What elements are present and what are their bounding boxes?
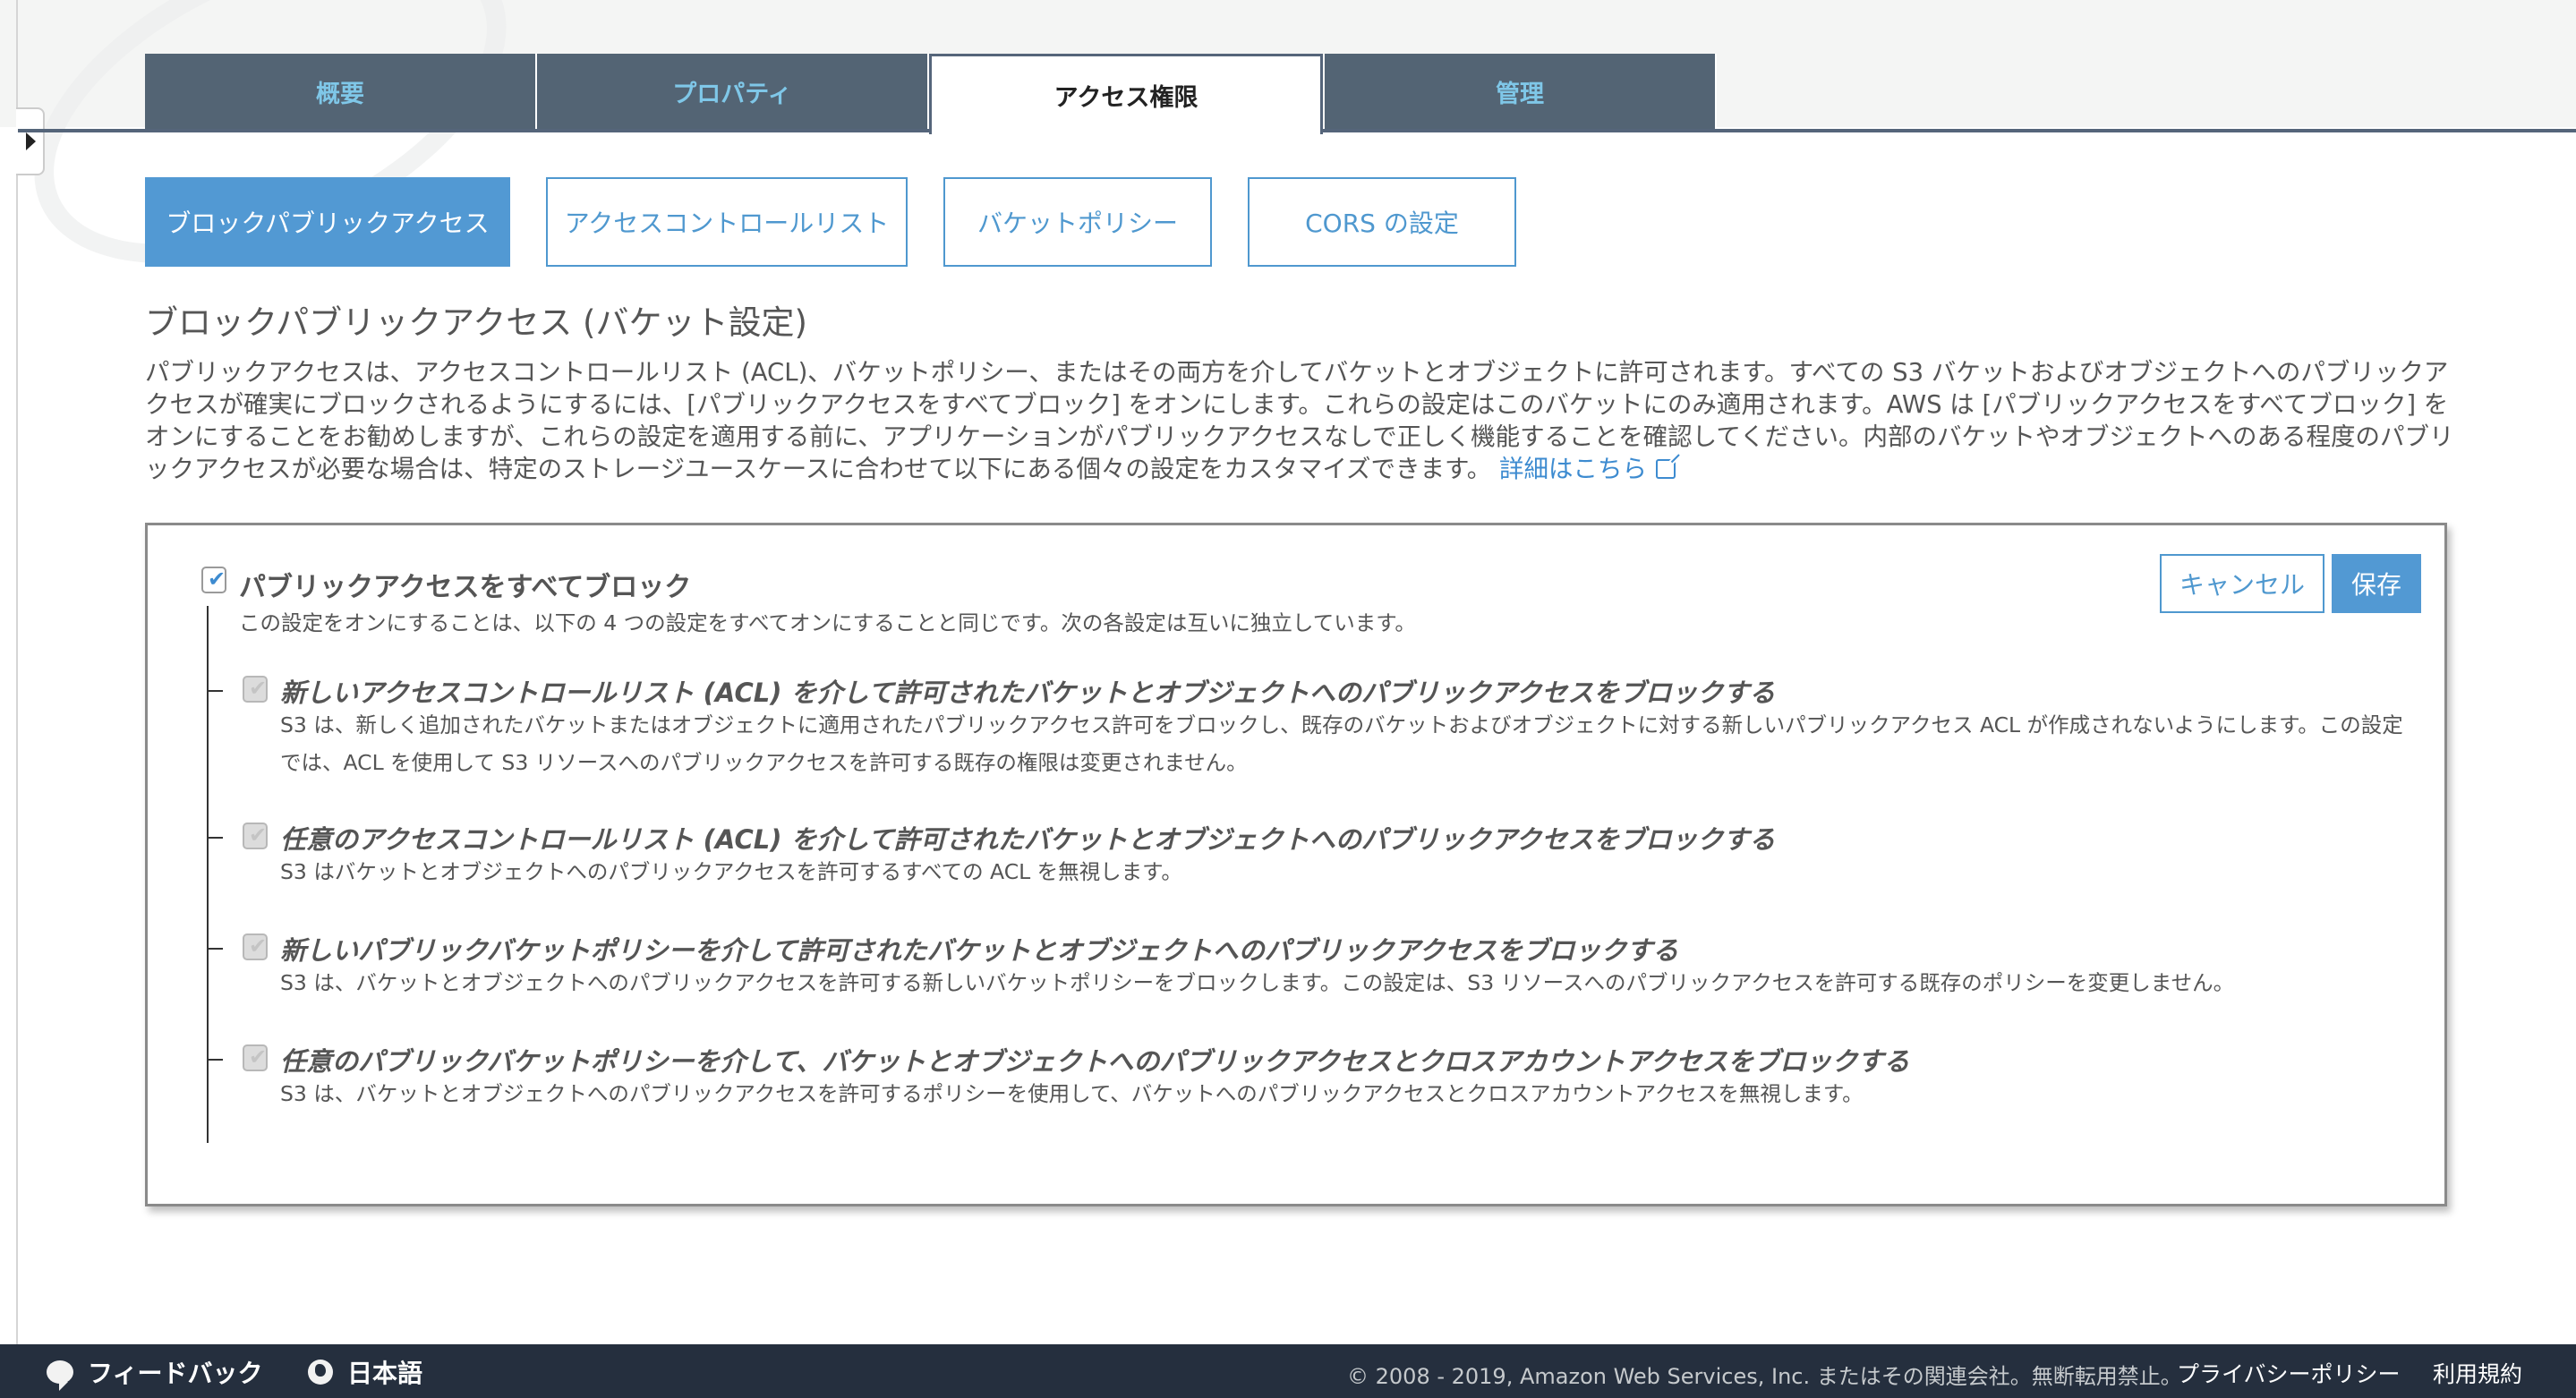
tab-overview[interactable]: 概要 — [145, 54, 537, 129]
checkmark-icon: ✔ — [249, 823, 268, 848]
permission-subtabs: ブロックパブリックアクセス アクセスコントロールリスト バケットポリシー COR… — [145, 177, 1516, 267]
block-all-public-access-checkbox[interactable]: ✔ — [201, 567, 226, 593]
description-text: パブリックアクセスは、アクセスコントロールリスト (ACL)、バケットポリシー、… — [145, 358, 2454, 483]
feedback-button[interactable]: フィードバック — [47, 1354, 263, 1391]
copyright-text: © 2008 - 2019, Amazon Web Services, Inc.… — [1347, 1364, 2182, 1389]
feedback-label: フィードバック — [88, 1359, 263, 1388]
tree-branch — [207, 1059, 223, 1061]
privacy-policy-link[interactable]: プライバシーポリシー — [2177, 1357, 2401, 1389]
learn-more-label: 詳細はこちら — [1499, 455, 1647, 483]
cancel-button[interactable]: キャンセル — [2160, 554, 2324, 613]
block-any-policy-description: S3 は、バケットとオブジェクトへのパブリックアクセスを許可するポリシーを使用し… — [280, 1081, 1864, 1106]
language-selector[interactable]: 日本語 — [308, 1354, 422, 1390]
terms-of-use-link[interactable]: 利用規約 — [2433, 1357, 2522, 1389]
tab-permissions[interactable]: アクセス権限 — [929, 54, 1323, 134]
block-new-policy-checkbox[interactable]: ✔ — [243, 933, 268, 960]
tree-branch — [207, 948, 223, 950]
decorative-swoosh — [0, 0, 557, 330]
save-button[interactable]: 保存 — [2332, 554, 2421, 613]
block-any-acl-label: 任意のアクセスコントロールリスト (ACL) を介して許可されたバケットとオブジ… — [280, 824, 1776, 855]
tab-management[interactable]: 管理 — [1325, 54, 1717, 129]
external-link-icon — [1656, 459, 1676, 479]
checkmark-icon: ✔ — [249, 933, 268, 959]
block-any-acl-description: S3 はバケットとオブジェクトへのパブリックアクセスを許可するすべての ACL … — [280, 859, 1182, 884]
block-any-acl-checkbox[interactable]: ✔ — [243, 823, 268, 849]
subtab-bucket-policy[interactable]: バケットポリシー — [943, 177, 1212, 267]
section-title: ブロックパブリックアクセス (バケット設定) — [145, 303, 807, 342]
block-new-acl-label: 新しいアクセスコントロールリスト (ACL) を介して許可されたバケットとオブジ… — [280, 678, 1776, 708]
checkmark-icon: ✔ — [208, 567, 226, 592]
block-new-acl-checkbox[interactable]: ✔ — [243, 676, 268, 703]
main-tabs: 概要 プロパティ アクセス権限 管理 — [145, 54, 1717, 134]
subtab-cors-configuration[interactable]: CORS の設定 — [1248, 177, 1516, 267]
block-all-public-access-label: パブリックアクセスをすべてブロック — [239, 572, 692, 603]
checkmark-icon: ✔ — [249, 676, 268, 701]
tree-branch — [207, 690, 223, 692]
section-description: パブリックアクセスは、アクセスコントロールリスト (ACL)、バケットポリシー、… — [145, 356, 2454, 485]
block-new-acl-description: S3 は、新しく追加されたバケットまたはオブジェクトに適用されたパブリックアクセ… — [280, 712, 2403, 775]
tree-branch — [207, 837, 223, 839]
block-public-access-settings-panel: キャンセル 保存 ✔ パブリックアクセスをすべてブロック この設定をオンにするこ… — [145, 523, 2447, 1206]
block-new-policy-label: 新しいパブリックバケットポリシーを介して許可されたバケットとオブジェクトへのパブ… — [280, 935, 1679, 966]
block-any-policy-label: 任意のパブリックバケットポリシーを介して、バケットとオブジェクトへのパブリックア… — [280, 1046, 1910, 1077]
caret-right-icon — [26, 132, 36, 150]
speech-bubble-icon — [47, 1360, 73, 1391]
navigation-drawer-toggle[interactable] — [16, 107, 45, 175]
block-all-public-access-description: この設定をオンにすることは、以下の 4 つの設定をすべてオンにすることと同じです… — [239, 610, 1416, 635]
block-any-policy-checkbox[interactable]: ✔ — [243, 1044, 268, 1071]
subtab-access-control-list[interactable]: アクセスコントロールリスト — [546, 177, 908, 267]
tab-properties[interactable]: プロパティ — [537, 54, 929, 129]
globe-icon — [308, 1360, 333, 1385]
language-label: 日本語 — [347, 1359, 423, 1388]
subtab-block-public-access[interactable]: ブロックパブリックアクセス — [145, 177, 510, 267]
block-new-policy-description: S3 は、バケットとオブジェクトへのパブリックアクセスを許可する新しいバケットポ… — [280, 970, 2235, 995]
footer: フィードバック 日本語 © 2008 - 2019, Amazon Web Se… — [0, 1344, 2576, 1398]
left-rail — [16, 0, 18, 1344]
tree-connector-line — [207, 606, 209, 1143]
checkmark-icon: ✔ — [249, 1044, 268, 1070]
learn-more-link[interactable]: 詳細はこちら — [1499, 455, 1676, 483]
